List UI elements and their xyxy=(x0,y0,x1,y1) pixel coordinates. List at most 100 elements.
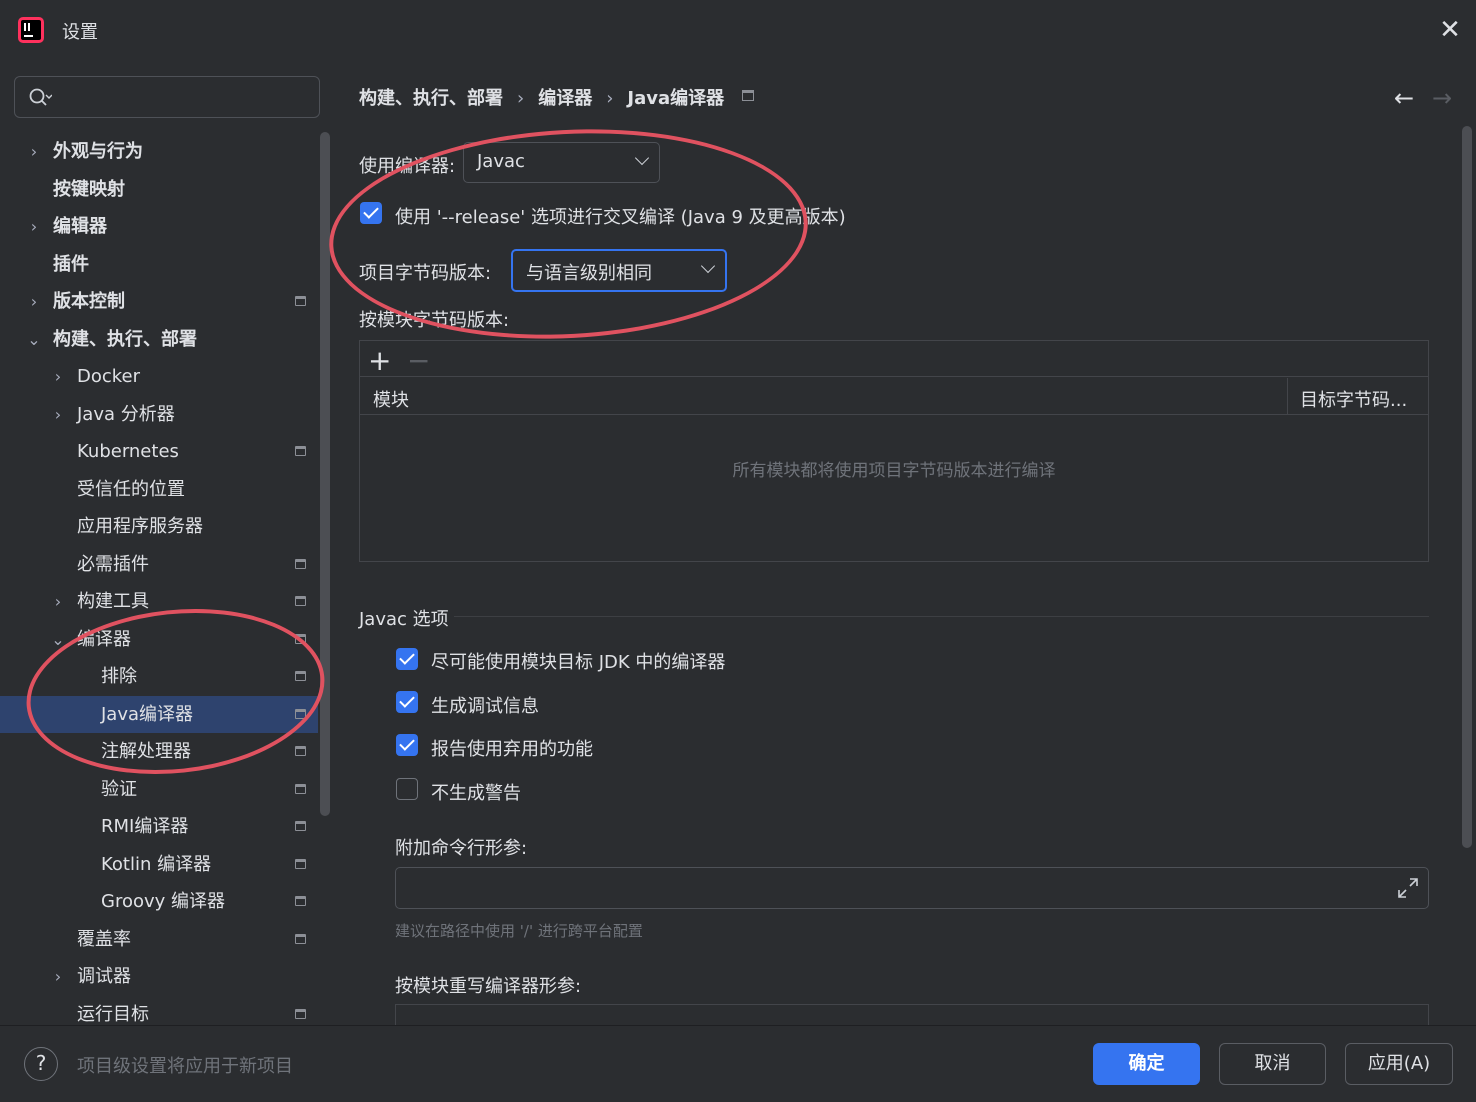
forward-arrow-icon[interactable]: → xyxy=(1432,84,1452,112)
sidebar-item[interactable]: 受信任的位置 xyxy=(0,471,332,508)
sidebar-item[interactable]: › Java 分析器 xyxy=(0,396,332,433)
chevron-right-icon[interactable]: › xyxy=(50,396,66,433)
ok-button[interactable]: 确定 xyxy=(1093,1043,1200,1085)
chevron-right-icon[interactable]: › xyxy=(50,958,66,995)
chevron-right-icon[interactable]: › xyxy=(26,283,42,320)
breadcrumb-item[interactable]: 编译器 xyxy=(538,88,592,109)
project-scope-icon xyxy=(295,446,306,456)
window-title: 设置 xyxy=(62,22,98,43)
project-scope-icon xyxy=(295,746,306,756)
sidebar-item[interactable]: Kotlin 编译器 xyxy=(0,846,332,883)
sidebar-item-label: 插件 xyxy=(53,254,89,275)
sidebar-item-label: Groovy 编译器 xyxy=(101,891,226,912)
project-scope-icon xyxy=(295,559,306,569)
sidebar-item-label: 调试器 xyxy=(77,966,131,987)
table-header xyxy=(360,378,1428,415)
project-scope-icon xyxy=(295,596,306,606)
expand-icon[interactable] xyxy=(1396,876,1420,900)
debug-info-checkbox[interactable] xyxy=(396,691,418,713)
sidebar-item[interactable]: Groovy 编译器 xyxy=(0,883,332,920)
sidebar-item[interactable]: 应用程序服务器 xyxy=(0,508,332,545)
sidebar-item[interactable]: 必需插件 xyxy=(0,546,332,583)
sidebar-item-label: 编译器 xyxy=(77,629,131,650)
sidebar-item[interactable]: Kubernetes xyxy=(0,433,332,470)
sidebar-item-label: 验证 xyxy=(101,779,137,800)
content-scrollbar[interactable] xyxy=(1462,126,1472,848)
sidebar-item[interactable]: › 调试器 xyxy=(0,958,332,995)
project-scope-icon xyxy=(295,296,306,306)
project-scope-icon xyxy=(295,1009,306,1019)
search-input[interactable] xyxy=(14,76,320,118)
deprecation-label[interactable]: 报告使用弃用的功能 xyxy=(431,735,593,761)
no-warnings-checkbox[interactable] xyxy=(396,778,418,800)
sidebar-item-label: 版本控制 xyxy=(53,291,125,312)
chevron-right-icon[interactable]: › xyxy=(26,208,42,245)
sidebar-item-label: 编辑器 xyxy=(53,216,107,237)
use-module-jdk-checkbox[interactable] xyxy=(396,648,418,670)
debug-info-label[interactable]: 生成调试信息 xyxy=(431,692,539,718)
bytecode-version-value: 与语言级别相同 xyxy=(526,263,652,284)
footer-hint: 项目级设置将应用于新项目 xyxy=(77,1056,293,1077)
chevron-down-icon[interactable]: ⌄ xyxy=(26,321,42,358)
back-arrow-icon[interactable]: ← xyxy=(1394,84,1414,112)
search-icon[interactable] xyxy=(28,87,52,109)
breadcrumb: 构建、执行、部署 › 编译器 › Java编译器 xyxy=(359,84,725,109)
sidebar-item-label: 注解处理器 xyxy=(101,741,191,762)
override-args-label: 按模块重写编译器形参: xyxy=(395,976,582,997)
sidebar-item[interactable]: › 版本控制 xyxy=(0,283,332,320)
sidebar-item-label: 必需插件 xyxy=(77,554,149,575)
sidebar-item-label: 受信任的位置 xyxy=(77,479,185,500)
chevron-right-icon[interactable]: › xyxy=(26,133,42,170)
breadcrumb-item[interactable]: 构建、执行、部署 xyxy=(359,88,503,109)
sidebar-item-label: 构建、执行、部署 xyxy=(53,329,197,350)
sidebar-item[interactable]: ⌄ 构建、执行、部署 xyxy=(0,321,332,358)
sidebar-item[interactable]: › 外观与行为 xyxy=(0,133,332,170)
bytecode-version-select[interactable]: 与语言级别相同 xyxy=(511,249,727,292)
close-icon[interactable]: ✕ xyxy=(1436,16,1464,44)
help-icon[interactable]: ? xyxy=(24,1047,58,1081)
chevron-right-icon[interactable]: › xyxy=(50,358,66,395)
sidebar-item[interactable]: 注解处理器 xyxy=(0,733,332,770)
chevron-down-icon[interactable]: ⌄ xyxy=(50,621,66,658)
column-divider[interactable] xyxy=(1287,378,1288,414)
sidebar-item[interactable]: › Docker xyxy=(0,358,332,395)
cancel-button[interactable]: 取消 xyxy=(1219,1043,1326,1085)
use-module-jdk-label[interactable]: 尽可能使用模块目标 JDK 中的编译器 xyxy=(431,648,725,674)
sidebar-item-label: Kotlin 编译器 xyxy=(101,854,212,875)
no-warnings-label[interactable]: 不生成警告 xyxy=(431,779,521,805)
add-icon[interactable]: + xyxy=(368,344,391,377)
project-scope-icon xyxy=(295,784,306,794)
sidebar-item[interactable]: Java编译器 xyxy=(0,696,318,733)
compiler-select[interactable]: Javac xyxy=(463,142,660,183)
breadcrumb-current: Java编译器 xyxy=(627,88,725,109)
sidebar-item[interactable]: 覆盖率 xyxy=(0,921,332,958)
sidebar-item-label: RMI编译器 xyxy=(101,816,189,837)
sidebar-item[interactable]: 排除 xyxy=(0,658,332,695)
sidebar-item-label: Java 分析器 xyxy=(77,404,175,425)
column-header-module[interactable]: 模块 xyxy=(373,386,409,412)
project-scope-icon xyxy=(295,709,306,719)
release-checkbox-label[interactable]: 使用 '--release' 选项进行交叉编译 (Java 9 及更高版本) xyxy=(395,203,846,229)
sidebar-item[interactable]: 插件 xyxy=(0,246,332,283)
apply-button[interactable]: 应用(A) xyxy=(1345,1043,1453,1085)
column-header-target[interactable]: 目标字节码... xyxy=(1300,386,1407,412)
deprecation-checkbox[interactable] xyxy=(396,734,418,756)
sidebar-scrollbar[interactable] xyxy=(320,132,330,816)
remove-icon[interactable]: − xyxy=(407,344,430,377)
intellij-logo-icon xyxy=(18,17,44,43)
sidebar-item[interactable]: 验证 xyxy=(0,771,332,808)
sidebar-item-label: Docker xyxy=(77,366,141,387)
extra-args-input[interactable] xyxy=(395,867,1429,909)
sidebar-item[interactable]: ⌄ 编译器 xyxy=(0,621,332,658)
chevron-right-icon[interactable]: › xyxy=(50,583,66,620)
release-checkbox[interactable] xyxy=(360,202,382,224)
sidebar-item-label: 构建工具 xyxy=(77,591,149,612)
project-scope-icon xyxy=(295,896,306,906)
sidebar-item[interactable]: RMI编译器 xyxy=(0,808,332,845)
project-scope-icon xyxy=(295,934,306,944)
project-scope-icon xyxy=(295,671,306,681)
sidebar-item[interactable]: › 编辑器 xyxy=(0,208,332,245)
sidebar-item[interactable]: 按键映射 xyxy=(0,171,332,208)
javac-section-title: Javac 选项 xyxy=(359,609,449,630)
sidebar-item[interactable]: › 构建工具 xyxy=(0,583,332,620)
